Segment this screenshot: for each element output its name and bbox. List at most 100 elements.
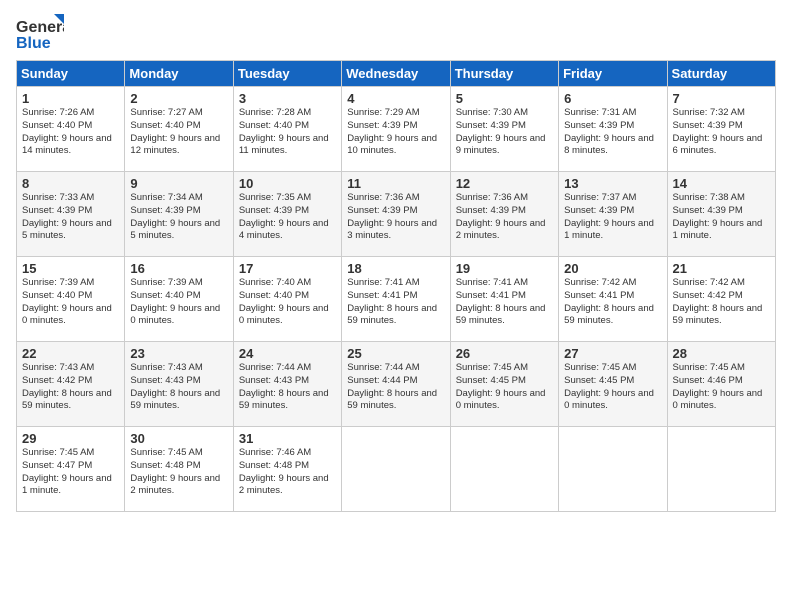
day-number: 18 — [347, 261, 444, 276]
calendar-cell: 23 Sunrise: 7:43 AMSunset: 4:43 PMDaylig… — [125, 342, 233, 427]
calendar-cell: 27 Sunrise: 7:45 AMSunset: 4:45 PMDaylig… — [559, 342, 667, 427]
calendar-week: 15 Sunrise: 7:39 AMSunset: 4:40 PMDaylig… — [17, 257, 776, 342]
calendar-week: 29 Sunrise: 7:45 AMSunset: 4:47 PMDaylig… — [17, 427, 776, 512]
calendar-cell: 11 Sunrise: 7:36 AMSunset: 4:39 PMDaylig… — [342, 172, 450, 257]
calendar-cell — [559, 427, 667, 512]
calendar-cell: 26 Sunrise: 7:45 AMSunset: 4:45 PMDaylig… — [450, 342, 558, 427]
dow-cell: Sunday — [17, 61, 125, 87]
cell-info: Sunrise: 7:42 AMSunset: 4:41 PMDaylight:… — [564, 277, 654, 326]
day-number: 4 — [347, 91, 444, 106]
day-number: 26 — [456, 346, 553, 361]
day-number: 29 — [22, 431, 119, 446]
header: General Blue — [16, 12, 776, 52]
day-number: 21 — [673, 261, 770, 276]
calendar-cell — [667, 427, 775, 512]
cell-info: Sunrise: 7:36 AMSunset: 4:39 PMDaylight:… — [347, 192, 437, 241]
calendar-week: 22 Sunrise: 7:43 AMSunset: 4:42 PMDaylig… — [17, 342, 776, 427]
calendar-cell: 1 Sunrise: 7:26 AMSunset: 4:40 PMDayligh… — [17, 87, 125, 172]
cell-info: Sunrise: 7:28 AMSunset: 4:40 PMDaylight:… — [239, 107, 329, 156]
day-number: 9 — [130, 176, 227, 191]
cell-info: Sunrise: 7:39 AMSunset: 4:40 PMDaylight:… — [22, 277, 112, 326]
cell-info: Sunrise: 7:37 AMSunset: 4:39 PMDaylight:… — [564, 192, 654, 241]
calendar-week: 1 Sunrise: 7:26 AMSunset: 4:40 PMDayligh… — [17, 87, 776, 172]
page-container: General Blue SundayMondayTuesdayWednesda… — [0, 0, 792, 520]
day-number: 24 — [239, 346, 336, 361]
calendar-cell: 13 Sunrise: 7:37 AMSunset: 4:39 PMDaylig… — [559, 172, 667, 257]
cell-info: Sunrise: 7:42 AMSunset: 4:42 PMDaylight:… — [673, 277, 763, 326]
calendar-cell: 9 Sunrise: 7:34 AMSunset: 4:39 PMDayligh… — [125, 172, 233, 257]
day-number: 30 — [130, 431, 227, 446]
dow-cell: Saturday — [667, 61, 775, 87]
svg-text:General: General — [16, 19, 64, 36]
calendar-cell: 24 Sunrise: 7:44 AMSunset: 4:43 PMDaylig… — [233, 342, 341, 427]
svg-text:Blue: Blue — [16, 35, 51, 52]
day-number: 31 — [239, 431, 336, 446]
cell-info: Sunrise: 7:43 AMSunset: 4:43 PMDaylight:… — [130, 362, 220, 411]
day-number: 27 — [564, 346, 661, 361]
cell-info: Sunrise: 7:34 AMSunset: 4:39 PMDaylight:… — [130, 192, 220, 241]
day-number: 1 — [22, 91, 119, 106]
day-number: 15 — [22, 261, 119, 276]
calendar-cell: 14 Sunrise: 7:38 AMSunset: 4:39 PMDaylig… — [667, 172, 775, 257]
calendar-cell: 8 Sunrise: 7:33 AMSunset: 4:39 PMDayligh… — [17, 172, 125, 257]
cell-info: Sunrise: 7:45 AMSunset: 4:46 PMDaylight:… — [673, 362, 763, 411]
calendar-cell: 15 Sunrise: 7:39 AMSunset: 4:40 PMDaylig… — [17, 257, 125, 342]
calendar-table: SundayMondayTuesdayWednesdayThursdayFrid… — [16, 60, 776, 512]
calendar-cell — [450, 427, 558, 512]
cell-info: Sunrise: 7:45 AMSunset: 4:48 PMDaylight:… — [130, 447, 220, 496]
cell-info: Sunrise: 7:40 AMSunset: 4:40 PMDaylight:… — [239, 277, 329, 326]
calendar-cell: 7 Sunrise: 7:32 AMSunset: 4:39 PMDayligh… — [667, 87, 775, 172]
dow-cell: Friday — [559, 61, 667, 87]
cell-info: Sunrise: 7:27 AMSunset: 4:40 PMDaylight:… — [130, 107, 220, 156]
calendar-cell: 29 Sunrise: 7:45 AMSunset: 4:47 PMDaylig… — [17, 427, 125, 512]
cell-info: Sunrise: 7:43 AMSunset: 4:42 PMDaylight:… — [22, 362, 112, 411]
day-number: 17 — [239, 261, 336, 276]
dow-cell: Thursday — [450, 61, 558, 87]
day-of-week-header: SundayMondayTuesdayWednesdayThursdayFrid… — [17, 61, 776, 87]
calendar-cell: 18 Sunrise: 7:41 AMSunset: 4:41 PMDaylig… — [342, 257, 450, 342]
calendar-cell: 31 Sunrise: 7:46 AMSunset: 4:48 PMDaylig… — [233, 427, 341, 512]
calendar-body: 1 Sunrise: 7:26 AMSunset: 4:40 PMDayligh… — [17, 87, 776, 512]
day-number: 8 — [22, 176, 119, 191]
cell-info: Sunrise: 7:30 AMSunset: 4:39 PMDaylight:… — [456, 107, 546, 156]
day-number: 11 — [347, 176, 444, 191]
day-number: 25 — [347, 346, 444, 361]
cell-info: Sunrise: 7:45 AMSunset: 4:45 PMDaylight:… — [564, 362, 654, 411]
calendar-cell: 20 Sunrise: 7:42 AMSunset: 4:41 PMDaylig… — [559, 257, 667, 342]
calendar-cell: 28 Sunrise: 7:45 AMSunset: 4:46 PMDaylig… — [667, 342, 775, 427]
cell-info: Sunrise: 7:38 AMSunset: 4:39 PMDaylight:… — [673, 192, 763, 241]
day-number: 19 — [456, 261, 553, 276]
cell-info: Sunrise: 7:45 AMSunset: 4:45 PMDaylight:… — [456, 362, 546, 411]
cell-info: Sunrise: 7:45 AMSunset: 4:47 PMDaylight:… — [22, 447, 112, 496]
day-number: 3 — [239, 91, 336, 106]
cell-info: Sunrise: 7:46 AMSunset: 4:48 PMDaylight:… — [239, 447, 329, 496]
calendar-cell: 3 Sunrise: 7:28 AMSunset: 4:40 PMDayligh… — [233, 87, 341, 172]
day-number: 16 — [130, 261, 227, 276]
calendar-cell: 16 Sunrise: 7:39 AMSunset: 4:40 PMDaylig… — [125, 257, 233, 342]
dow-cell: Monday — [125, 61, 233, 87]
calendar-cell: 4 Sunrise: 7:29 AMSunset: 4:39 PMDayligh… — [342, 87, 450, 172]
day-number: 2 — [130, 91, 227, 106]
dow-cell: Wednesday — [342, 61, 450, 87]
calendar-week: 8 Sunrise: 7:33 AMSunset: 4:39 PMDayligh… — [17, 172, 776, 257]
logo: General Blue — [16, 12, 64, 52]
calendar-cell: 2 Sunrise: 7:27 AMSunset: 4:40 PMDayligh… — [125, 87, 233, 172]
calendar-cell: 22 Sunrise: 7:43 AMSunset: 4:42 PMDaylig… — [17, 342, 125, 427]
calendar-cell: 19 Sunrise: 7:41 AMSunset: 4:41 PMDaylig… — [450, 257, 558, 342]
cell-info: Sunrise: 7:31 AMSunset: 4:39 PMDaylight:… — [564, 107, 654, 156]
cell-info: Sunrise: 7:26 AMSunset: 4:40 PMDaylight:… — [22, 107, 112, 156]
calendar-cell: 30 Sunrise: 7:45 AMSunset: 4:48 PMDaylig… — [125, 427, 233, 512]
cell-info: Sunrise: 7:41 AMSunset: 4:41 PMDaylight:… — [347, 277, 437, 326]
day-number: 13 — [564, 176, 661, 191]
day-number: 7 — [673, 91, 770, 106]
day-number: 23 — [130, 346, 227, 361]
calendar-cell: 6 Sunrise: 7:31 AMSunset: 4:39 PMDayligh… — [559, 87, 667, 172]
calendar-cell: 12 Sunrise: 7:36 AMSunset: 4:39 PMDaylig… — [450, 172, 558, 257]
calendar-cell — [342, 427, 450, 512]
cell-info: Sunrise: 7:44 AMSunset: 4:43 PMDaylight:… — [239, 362, 329, 411]
day-number: 20 — [564, 261, 661, 276]
cell-info: Sunrise: 7:32 AMSunset: 4:39 PMDaylight:… — [673, 107, 763, 156]
day-number: 22 — [22, 346, 119, 361]
cell-info: Sunrise: 7:35 AMSunset: 4:39 PMDaylight:… — [239, 192, 329, 241]
cell-info: Sunrise: 7:44 AMSunset: 4:44 PMDaylight:… — [347, 362, 437, 411]
